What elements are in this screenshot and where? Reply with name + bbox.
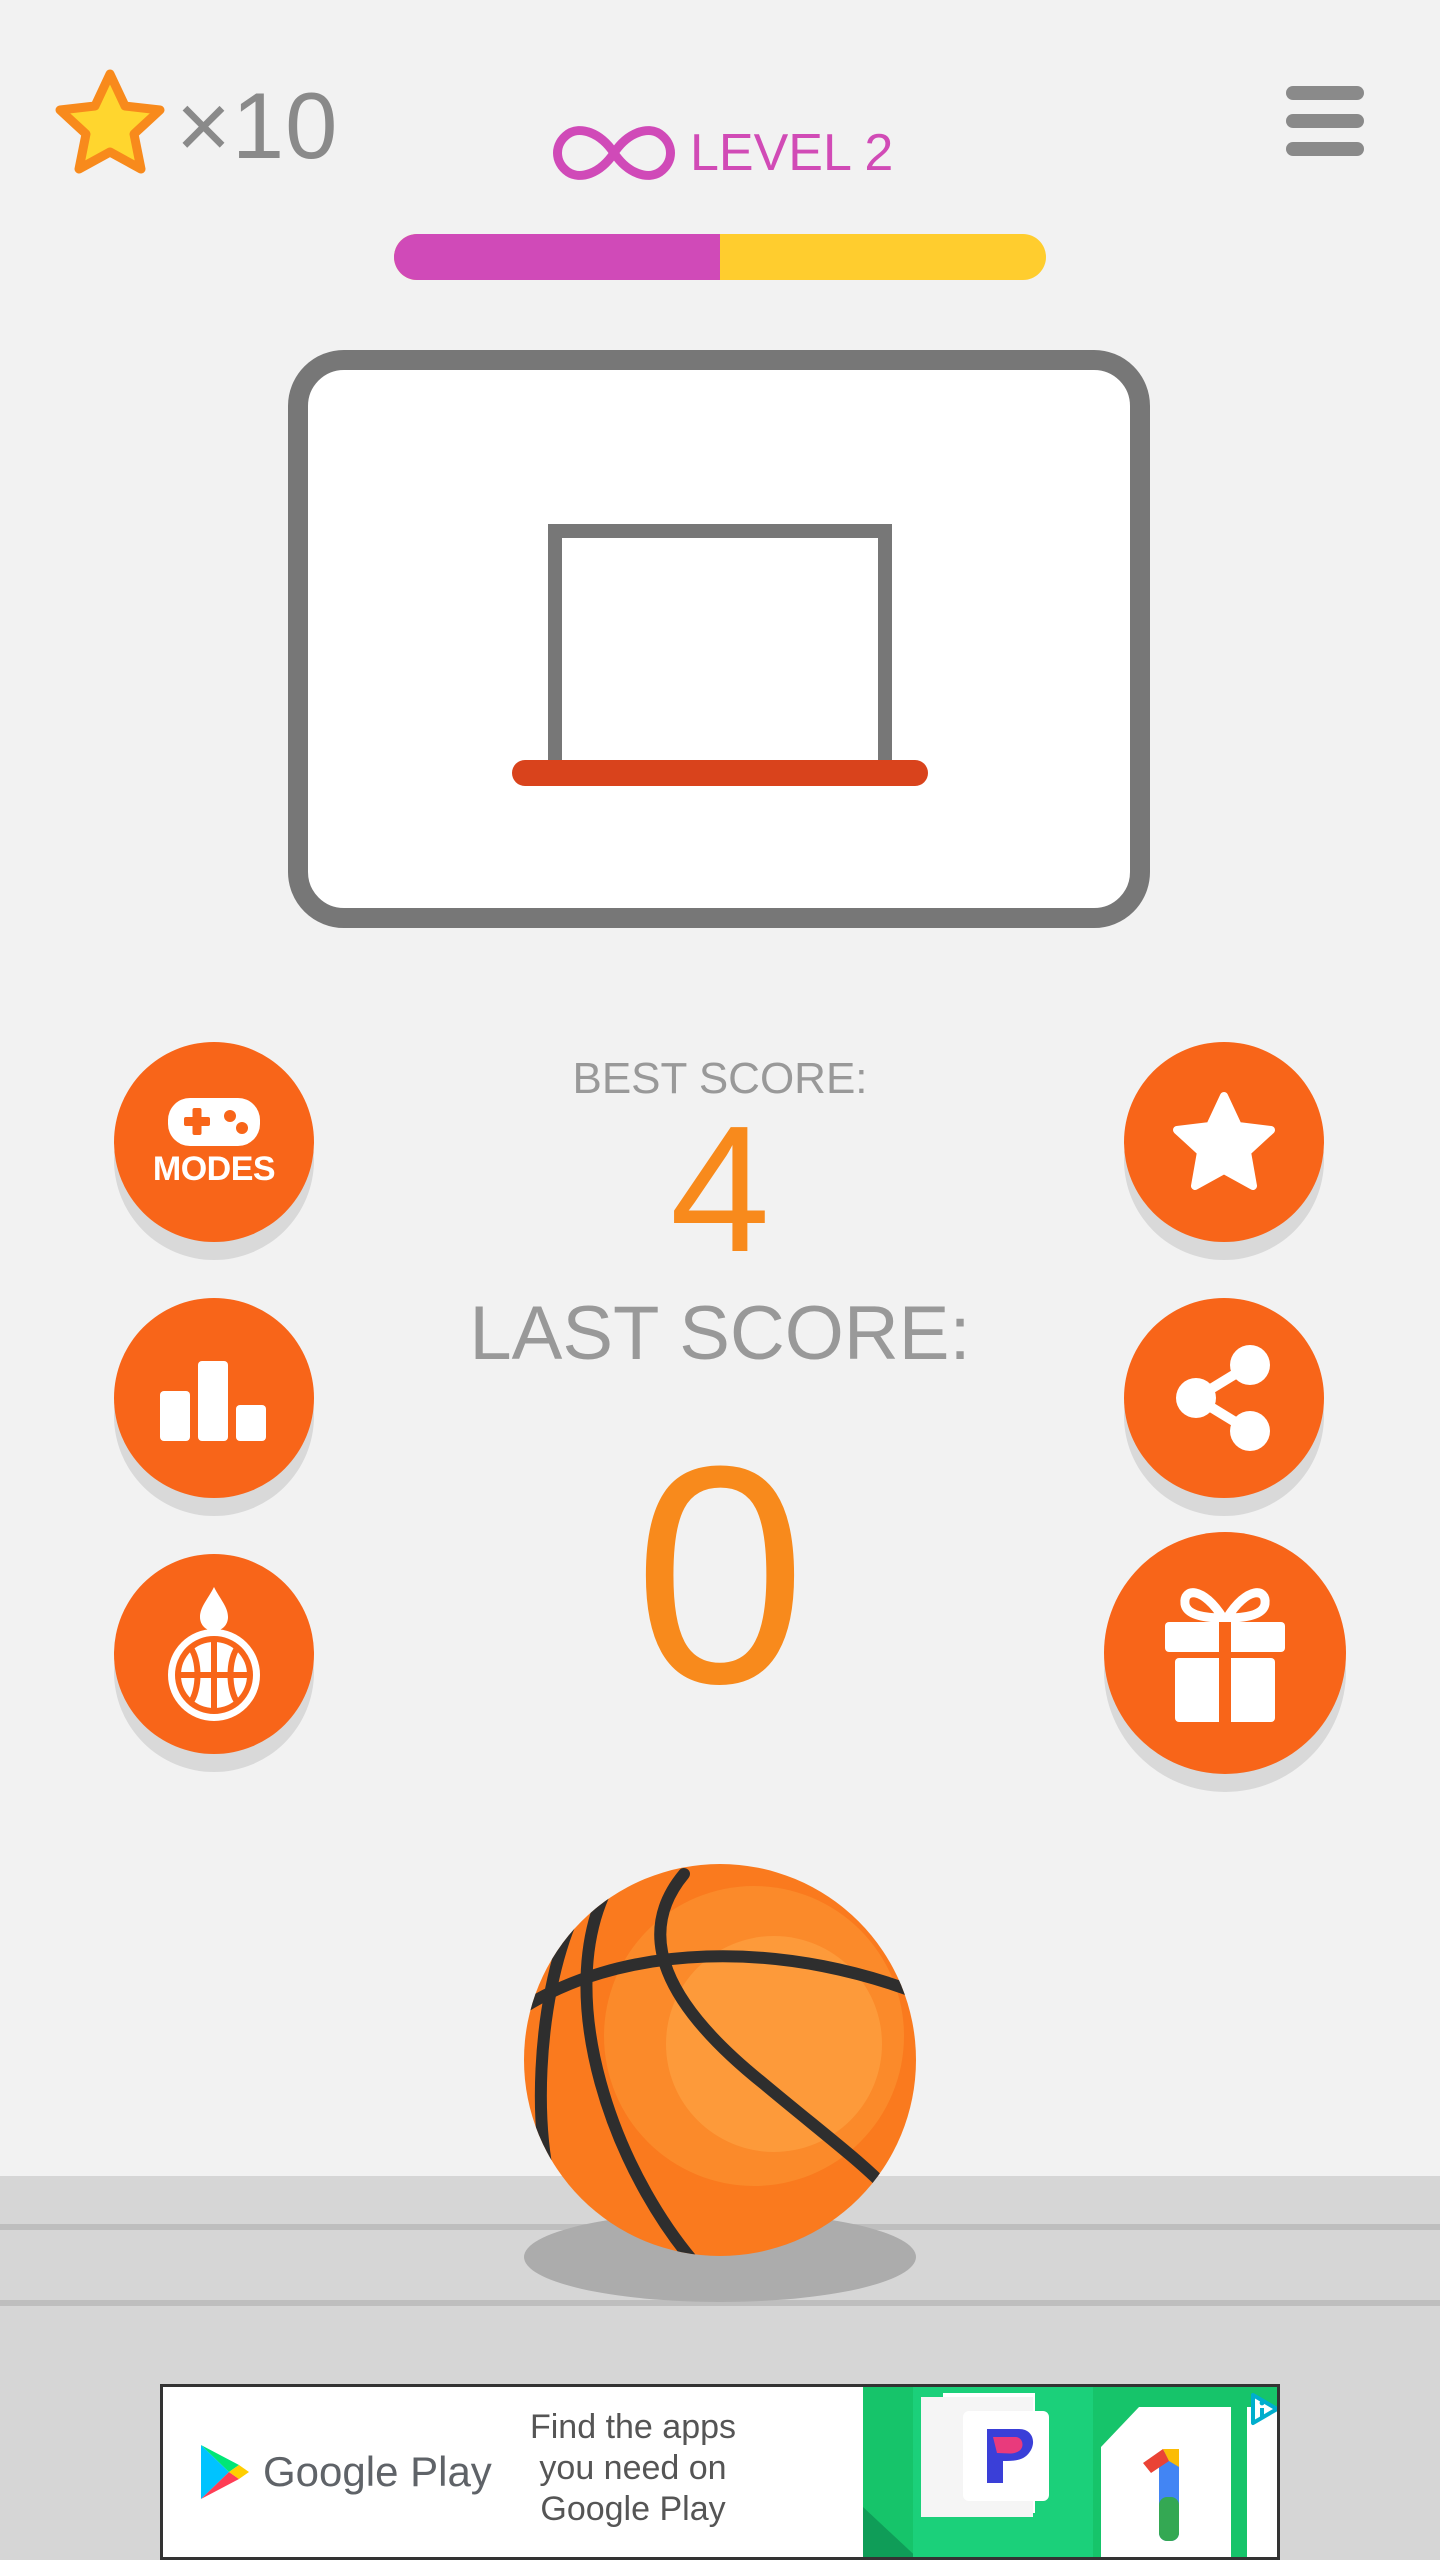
star-count-text: ×10 <box>176 73 339 178</box>
gift-icon <box>1165 1588 1285 1722</box>
star-icon <box>55 69 165 174</box>
ball-drop-icon <box>168 1587 260 1721</box>
gamepad-icon <box>168 1097 260 1146</box>
last-score-value: 0 <box>633 1401 807 1748</box>
modes-button[interactable]: MODES <box>114 1042 314 1242</box>
star-icon <box>1173 1092 1275 1190</box>
gift-button[interactable] <box>1104 1532 1346 1774</box>
menu-bar <box>1286 86 1364 100</box>
level-label: LEVEL 2 <box>690 124 894 182</box>
menu-bar <box>1286 142 1364 156</box>
google-play-icon <box>201 2445 249 2499</box>
rate-button[interactable] <box>1124 1042 1324 1242</box>
backboard-target-square <box>548 524 892 764</box>
level-indicator: LEVEL 2 <box>548 108 893 198</box>
share-icon <box>1176 1345 1270 1451</box>
level-progress-fill <box>394 234 720 280</box>
last-score-label: LAST SCORE: <box>469 1291 971 1376</box>
infinity-icon <box>553 126 675 180</box>
star-counter: ×10 <box>50 66 370 186</box>
share-button[interactable] <box>1124 1298 1324 1498</box>
basketball[interactable] <box>524 1864 916 2256</box>
ball-skins-button[interactable] <box>114 1554 314 1754</box>
ad-app-artwork <box>863 2387 1277 2557</box>
hamburger-menu-icon[interactable] <box>1286 86 1364 164</box>
ad-text: Find the apps you need on Google Play <box>529 2408 737 2528</box>
google-play-logo: Google Play <box>199 2443 492 2501</box>
podium-icon <box>160 1361 266 1441</box>
ad-banner[interactable]: Google Play Find the apps you need on Go… <box>160 2384 1280 2560</box>
best-score-value: 4 <box>669 1089 771 1290</box>
leaderboard-button[interactable] <box>114 1298 314 1498</box>
hoop-rim <box>512 760 928 786</box>
modes-button-label: MODES <box>152 1149 276 1188</box>
menu-bar <box>1286 114 1364 128</box>
level-progress-bar <box>394 234 1046 280</box>
ad-brand-label: Google Play <box>263 2448 492 2495</box>
